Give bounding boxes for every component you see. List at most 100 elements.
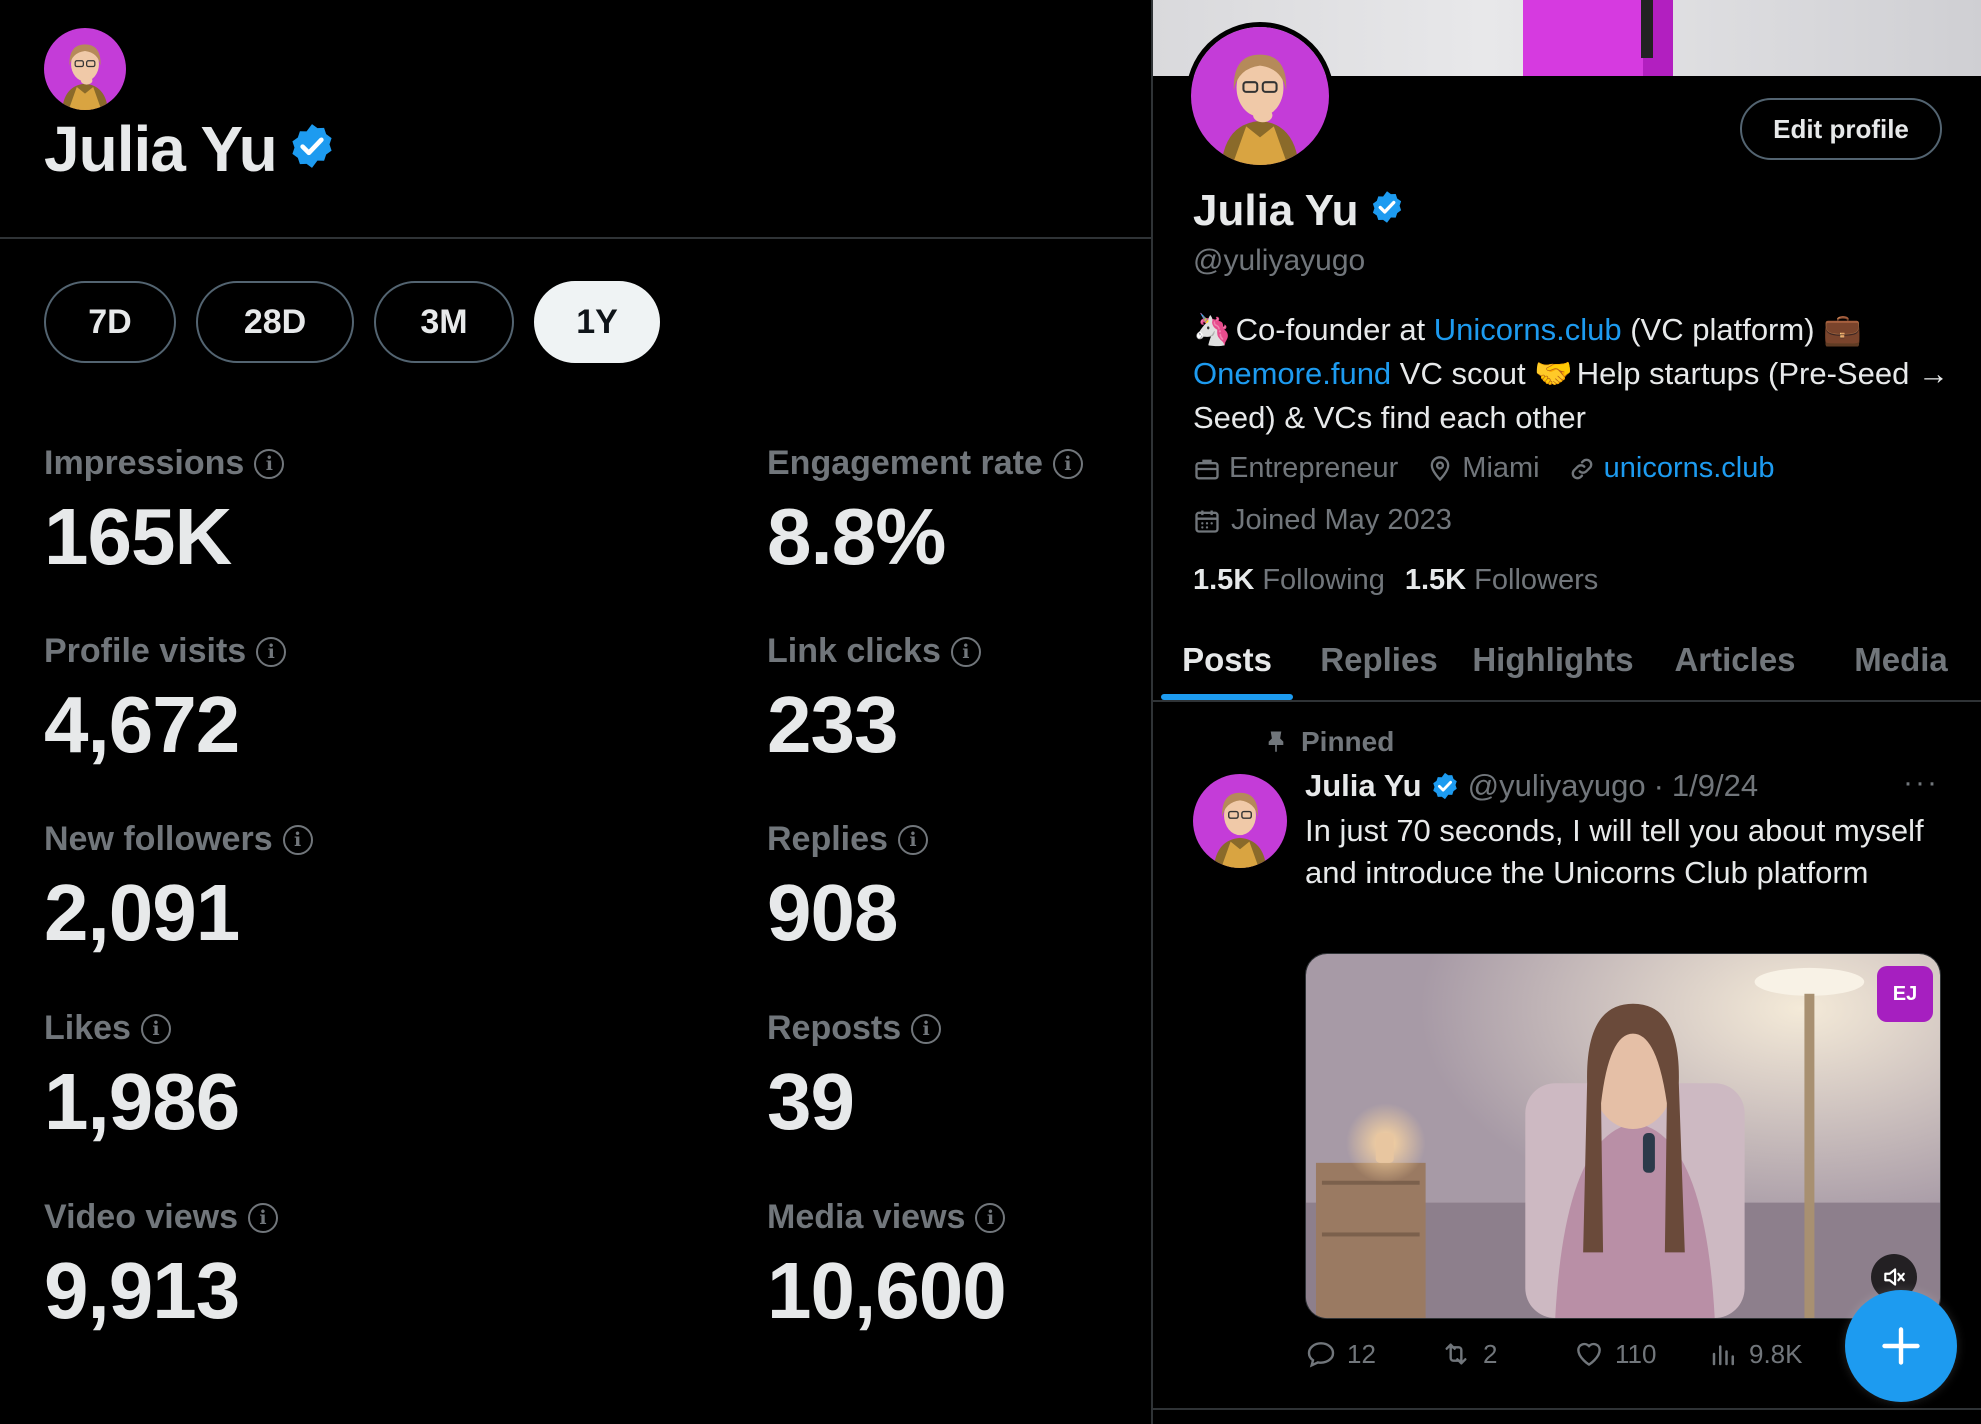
- heart-icon: [1577, 1342, 1601, 1366]
- stat-label: Likes: [44, 1009, 131, 1047]
- views-icon: [1712, 1345, 1734, 1366]
- verified-badge-icon[interactable]: [1369, 186, 1405, 236]
- avatar-image: [44, 28, 126, 110]
- info-icon[interactable]: i: [1052, 448, 1083, 479]
- stat-label: New followers: [44, 820, 273, 858]
- post-header: Julia Yu @yuliyayugo · 1/9/24: [1305, 768, 1758, 804]
- stat-value: 233: [767, 680, 898, 769]
- bio-link-unicorns[interactable]: Unicorns.club: [1434, 312, 1622, 347]
- verified-badge-icon[interactable]: [287, 112, 337, 186]
- stat-likes: Likes i 1,986: [44, 1009, 240, 1148]
- repost-count: 2: [1483, 1338, 1498, 1369]
- reply-button[interactable]: 12: [1305, 1334, 1439, 1374]
- avatar[interactable]: [44, 28, 126, 110]
- meta-job: Entrepreneur: [1193, 452, 1398, 485]
- info-icon[interactable]: i: [282, 824, 313, 855]
- stat-engagement-rate: Engagement rate i 8.8%: [767, 444, 1083, 583]
- post-text: In just 70 seconds, I will tell you abou…: [1305, 813, 1924, 890]
- stat-value: 10,600: [767, 1246, 1007, 1335]
- edit-profile-button[interactable]: Edit profile: [1740, 98, 1942, 160]
- stat-label: Profile visits: [44, 632, 247, 670]
- following-link[interactable]: 1.5K Following: [1193, 564, 1385, 597]
- tab-highlights[interactable]: Highlights: [1457, 620, 1649, 700]
- stat-new-followers: New followers i 2,091: [44, 820, 313, 959]
- reply-icon: [1307, 1342, 1335, 1368]
- profile-name-text: Julia Yu: [1193, 186, 1359, 235]
- stat-profile-visits: Profile visits i 4,672: [44, 632, 287, 771]
- tab-media[interactable]: Media: [1821, 620, 1981, 700]
- repost-icon: [1445, 1343, 1467, 1365]
- like-count: 110: [1615, 1338, 1657, 1369]
- info-icon[interactable]: i: [950, 636, 981, 667]
- stat-value: 39: [767, 1057, 855, 1146]
- tab-replies[interactable]: Replies: [1301, 620, 1457, 700]
- bio-text: (VC platform): [1621, 312, 1824, 347]
- stat-media-views: Media views i 10,600: [767, 1198, 1007, 1337]
- info-icon[interactable]: i: [254, 448, 285, 479]
- link-icon: [1571, 458, 1592, 479]
- stat-value: 1,986: [44, 1057, 240, 1146]
- stat-value: 8.8%: [767, 492, 946, 581]
- tab-posts[interactable]: Posts: [1153, 620, 1301, 700]
- stat-label: Link clicks: [767, 632, 941, 670]
- info-icon[interactable]: i: [975, 1202, 1006, 1233]
- info-icon[interactable]: i: [248, 1202, 279, 1233]
- stat-reposts: Reposts i 39: [767, 1009, 942, 1148]
- info-icon[interactable]: i: [140, 1013, 171, 1044]
- meta-location-text: Miami: [1462, 452, 1540, 484]
- post-video[interactable]: [1305, 953, 1941, 1319]
- meta-location: Miami: [1426, 452, 1540, 485]
- stat-value: 9,913: [44, 1246, 240, 1335]
- briefcase-emoji: 💼: [1823, 312, 1862, 347]
- profile-joined: Joined May 2023: [1193, 504, 1452, 537]
- range-3m-button[interactable]: 3M: [374, 281, 514, 363]
- meta-website[interactable]: unicorns.club: [1568, 452, 1775, 485]
- range-1y-button[interactable]: 1Y: [534, 281, 660, 363]
- followers-link[interactable]: 1.5K Followers: [1405, 564, 1598, 597]
- info-icon[interactable]: i: [911, 1013, 942, 1044]
- repost-button[interactable]: 2: [1439, 1334, 1573, 1374]
- profile-handle: @yuliyayugo: [1193, 244, 1366, 277]
- following-count: 1.5K: [1193, 564, 1255, 596]
- profile-avatar[interactable]: [1186, 22, 1334, 170]
- more-options-icon[interactable]: ···: [1903, 766, 1939, 800]
- plus-icon: [1882, 1327, 1920, 1365]
- post-handle[interactable]: @yuliyayugo: [1468, 768, 1646, 804]
- stat-link-clicks: Link clicks i 233: [767, 632, 981, 771]
- pinned-label: Pinned: [1301, 726, 1395, 757]
- bio-text: Co-founder at: [1227, 312, 1434, 347]
- page-title: Julia Yu: [44, 112, 337, 186]
- post-date[interactable]: 1/9/24: [1672, 768, 1758, 804]
- stat-label: Reposts: [767, 1009, 902, 1047]
- range-7d-button[interactable]: 7D: [44, 281, 176, 363]
- website-link[interactable]: unicorns.club: [1604, 452, 1775, 485]
- follow-counts: 1.5K Following 1.5K Followers: [1193, 564, 1598, 597]
- verified-badge-icon[interactable]: [1430, 771, 1460, 801]
- profile-meta: Entrepreneur Miami unicorns.club: [1193, 452, 1793, 485]
- views-count: 9.8K: [1749, 1338, 1803, 1369]
- compose-post-button[interactable]: [1845, 1290, 1957, 1402]
- info-icon[interactable]: i: [256, 636, 287, 667]
- views-button[interactable]: 9.8K: [1709, 1334, 1845, 1374]
- profile-tabs: Posts Replies Highlights Articles Media: [1153, 620, 1981, 702]
- range-28d-button[interactable]: 28D: [196, 281, 354, 363]
- stat-label: Engagement rate: [767, 444, 1043, 482]
- bio-link-onemore[interactable]: Onemore.fund: [1193, 356, 1391, 391]
- tab-articles[interactable]: Articles: [1649, 620, 1821, 700]
- followers-count: 1.5K: [1404, 564, 1467, 596]
- banner-graphic: [1641, 0, 1653, 58]
- meta-job-text: Entrepreneur: [1229, 452, 1399, 484]
- like-button[interactable]: 110: [1573, 1334, 1709, 1374]
- avatar-image: [1191, 27, 1329, 165]
- post-avatar[interactable]: [1193, 774, 1287, 868]
- info-icon[interactable]: i: [897, 824, 928, 855]
- video-thumbnail: [1306, 954, 1940, 1318]
- pin-icon: [1268, 731, 1284, 752]
- analytics-panel: Julia Yu 7D 28D 3M 1Y Impressions i 165K …: [0, 0, 1151, 1424]
- post-actions: 12 2 110 9.8K: [1305, 1334, 1905, 1374]
- stat-label: Video views: [44, 1198, 239, 1236]
- following-label: Following: [1262, 564, 1385, 596]
- stat-impressions: Impressions i 165K: [44, 444, 285, 583]
- stat-value: 2,091: [44, 868, 240, 957]
- post-author[interactable]: Julia Yu: [1305, 768, 1422, 804]
